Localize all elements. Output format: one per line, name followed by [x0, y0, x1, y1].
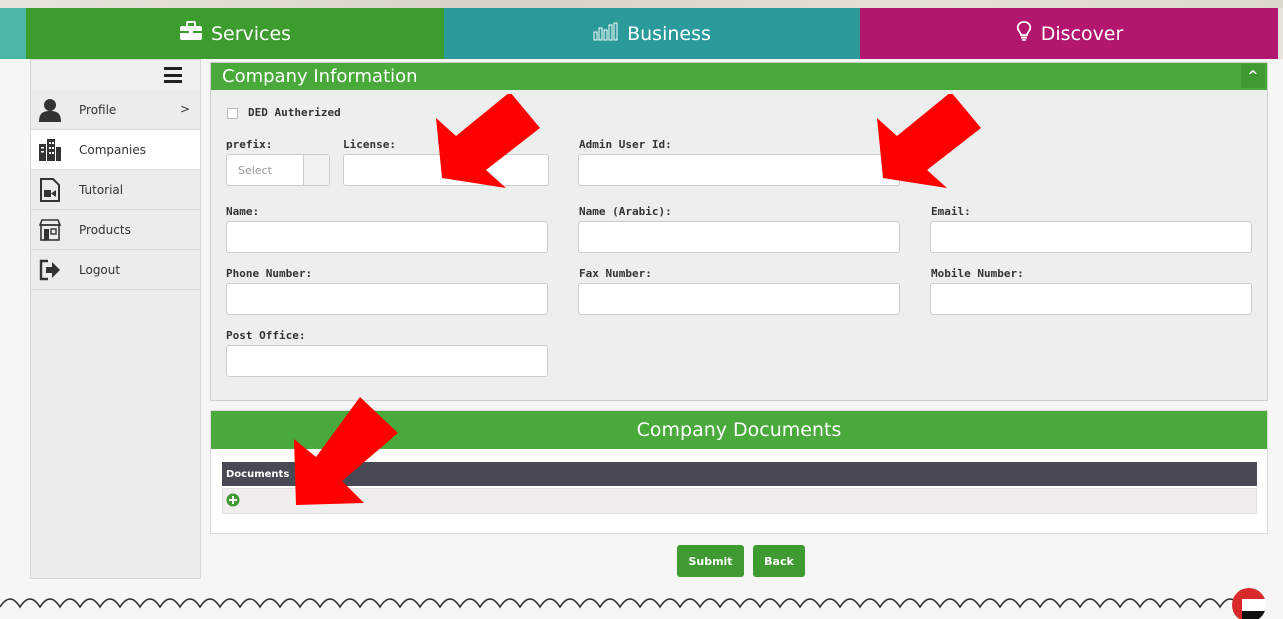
company-info-panel: Company Information ^ DED Autherized pre…: [210, 62, 1268, 401]
phone-input[interactable]: [226, 283, 548, 315]
tab-business-label: Business: [627, 22, 711, 45]
prefix-label: prefix:: [226, 138, 273, 151]
phone-label: Phone Number:: [226, 267, 313, 280]
sidebar-item-products[interactable]: Products: [31, 210, 200, 250]
sidebar-item-label: Companies: [79, 142, 146, 157]
sidebar-item-label: Profile: [79, 102, 117, 117]
name-arabic-label: Name (Arabic):: [579, 205, 672, 218]
user-icon: [37, 97, 63, 123]
add-document-button[interactable]: [226, 492, 240, 511]
nav-edge-right: [1278, 8, 1283, 59]
red-arrow-annotation: [877, 94, 981, 188]
ded-authorized-label: DED Autherized: [248, 106, 341, 119]
prefix-select[interactable]: Select: [226, 154, 330, 186]
admin-user-id-input[interactable]: [578, 154, 900, 186]
sidebar-item-logout[interactable]: Logout: [31, 250, 200, 290]
bar-chart-icon: [593, 21, 619, 46]
mobile-input[interactable]: [930, 283, 1252, 315]
sidebar-item-label: Logout: [79, 262, 121, 277]
red-arrow-annotation: [294, 397, 398, 505]
post-office-input[interactable]: [226, 345, 548, 377]
tab-discover-label: Discover: [1040, 22, 1124, 45]
mobile-label: Mobile Number:: [931, 267, 1024, 280]
email-input[interactable]: [930, 221, 1252, 253]
email-label: Email:: [931, 205, 971, 218]
post-office-label: Post Office:: [226, 329, 306, 342]
lightbulb-icon: [1015, 21, 1033, 46]
sidebar-toggle[interactable]: [31, 60, 200, 90]
sidebar-item-tutorial[interactable]: Tutorial: [31, 170, 200, 210]
tab-services[interactable]: Services: [26, 8, 444, 59]
prefix-select-value: Select: [238, 163, 272, 177]
shop-icon: [37, 217, 63, 243]
video-file-icon: [37, 177, 63, 203]
name-input[interactable]: [226, 221, 548, 253]
top-nav: Services Business Discover: [0, 8, 1283, 59]
logout-icon: [37, 257, 63, 283]
sidebar-item-label: Products: [79, 222, 131, 237]
back-button[interactable]: Back: [753, 545, 805, 577]
name-label: Name:: [226, 205, 260, 218]
admin-user-id-label: Admin User Id:: [579, 138, 672, 151]
top-strip: [0, 0, 1283, 8]
uae-flag-icon: [1232, 588, 1266, 619]
license-label: License:: [343, 138, 396, 151]
tab-services-label: Services: [210, 22, 292, 45]
decorative-wave-border: [0, 598, 1241, 609]
tab-business[interactable]: Business: [444, 8, 860, 59]
red-arrow-annotation: [436, 94, 540, 188]
collapse-button[interactable]: ^: [1241, 64, 1265, 88]
plus-circle-icon: [226, 493, 240, 506]
sidebar: Profile > Companies Tutorial Products Lo…: [30, 59, 201, 579]
tab-discover[interactable]: Discover: [860, 8, 1278, 59]
nav-edge-left: [0, 8, 26, 59]
ded-authorized-checkbox[interactable]: [227, 108, 238, 119]
briefcase-icon: [179, 21, 203, 46]
building-icon: [37, 137, 63, 163]
sidebar-item-companies[interactable]: Companies: [31, 130, 200, 170]
chevron-right-icon: >: [179, 102, 190, 116]
select-toggle[interactable]: [303, 155, 329, 185]
panel-title: Company Information: [222, 66, 418, 87]
fax-label: Fax Number:: [579, 267, 652, 280]
sidebar-item-profile[interactable]: Profile >: [31, 90, 200, 130]
sidebar-item-label: Tutorial: [79, 182, 124, 197]
hamburger-icon: [164, 67, 182, 83]
fax-input[interactable]: [578, 283, 900, 315]
company-info-header: Company Information ^: [211, 63, 1267, 90]
submit-button[interactable]: Submit: [677, 545, 744, 577]
name-arabic-input[interactable]: [578, 221, 900, 253]
